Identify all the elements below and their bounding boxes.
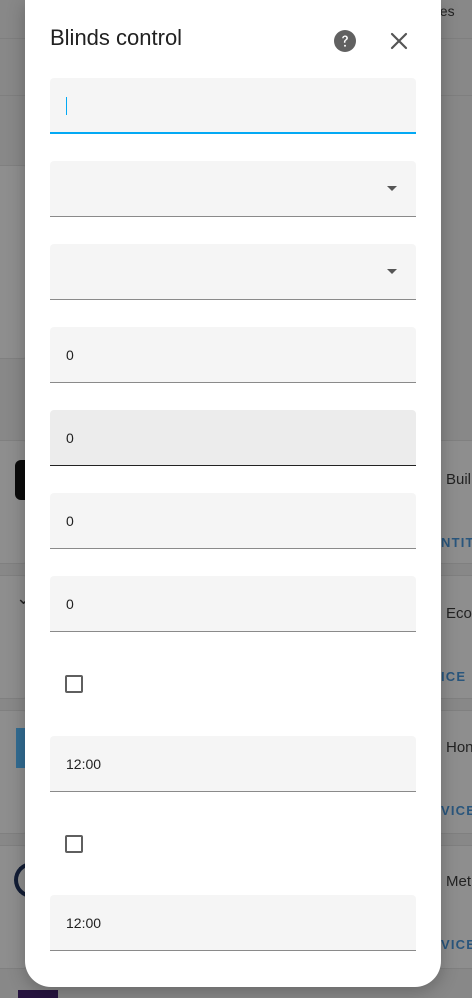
text-caret — [66, 97, 67, 115]
time-field-2[interactable] — [50, 895, 416, 951]
number-input-2[interactable] — [50, 410, 416, 465]
close-button[interactable] — [387, 29, 411, 53]
time-input-1[interactable] — [50, 736, 416, 791]
time-field-1[interactable] — [50, 736, 416, 792]
dropdown-arrow-icon — [387, 186, 397, 191]
name-field[interactable] — [50, 78, 416, 134]
dropdown-arrow-icon — [387, 269, 397, 274]
select-input-1[interactable] — [50, 161, 416, 216]
dialog-title: Blinds control — [50, 25, 183, 50]
blinds-control-dialog: Blinds control — [25, 0, 441, 987]
close-icon — [390, 32, 408, 50]
select-input-2[interactable] — [50, 244, 416, 299]
help-circle-icon — [334, 30, 356, 52]
checkbox-2[interactable] — [65, 835, 83, 853]
time-input-2[interactable] — [50, 895, 416, 950]
dialog-header: Blinds control — [25, 0, 441, 78]
number-field-2[interactable] — [50, 410, 416, 466]
number-field-1[interactable] — [50, 327, 416, 383]
name-input[interactable] — [50, 78, 416, 132]
number-input-1[interactable] — [50, 327, 416, 382]
number-input-4[interactable] — [50, 576, 416, 631]
help-button[interactable] — [333, 29, 357, 53]
checkbox-1[interactable] — [65, 675, 83, 693]
number-field-4[interactable] — [50, 576, 416, 632]
select-field-2[interactable] — [50, 244, 416, 300]
select-field-1[interactable] — [50, 161, 416, 217]
number-field-3[interactable] — [50, 493, 416, 549]
number-input-3[interactable] — [50, 493, 416, 548]
